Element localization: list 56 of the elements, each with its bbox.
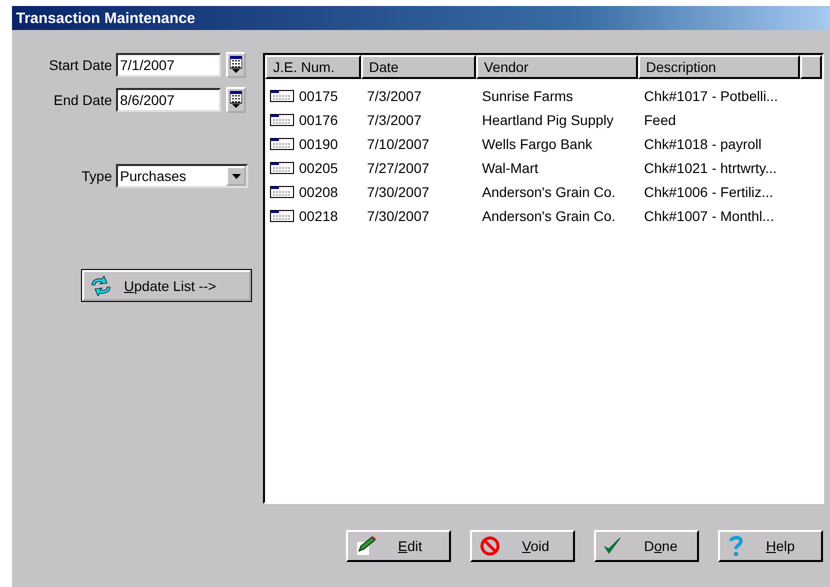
table-cell: Chk#1018 - payroll	[644, 136, 762, 152]
table-cell: Chk#1007 - Monthl...	[644, 208, 774, 224]
document-icon	[270, 210, 294, 222]
table-cell: Chk#1021 - htrtwrty...	[644, 160, 777, 176]
table-cell: 7/30/2007	[367, 184, 430, 200]
table-cell: 7/27/2007	[367, 160, 430, 176]
document-icon	[270, 186, 294, 198]
pencil-icon	[356, 536, 376, 556]
calendar-icon	[230, 91, 242, 109]
table-cell: Anderson's Grain Co.	[482, 184, 616, 200]
field-label: Start Date	[48, 57, 113, 73]
table-cell: Sunrise Farms	[482, 88, 574, 104]
table-cell: 00208	[299, 184, 338, 200]
table-cell: 00190	[299, 136, 338, 152]
table-cell: Chk#1006 - Fertiliz...	[644, 184, 774, 200]
table-cell: 7/3/2007	[367, 112, 422, 128]
column-header[interactable]: Description	[638, 55, 800, 79]
field-label: Type	[80, 168, 113, 184]
table-cell: 00176	[299, 112, 338, 128]
table-cell: 7/3/2007	[367, 88, 422, 104]
calendar-icon	[230, 56, 242, 74]
table-cell: 7/10/2007	[367, 136, 430, 152]
document-icon	[270, 138, 294, 150]
document-icon	[270, 90, 294, 102]
help-button[interactable]: Help	[718, 530, 823, 562]
question-icon	[728, 535, 744, 557]
field-label: End Date	[52, 92, 113, 108]
column-header[interactable]: J.E. Num.	[265, 55, 361, 79]
table-cell: 00218	[299, 208, 338, 224]
done-button[interactable]: Done	[594, 530, 699, 562]
update-list-button[interactable]: Update List -->	[82, 270, 251, 301]
table-cell: Chk#1017 - Potbelli...	[644, 88, 778, 104]
column-header[interactable]: Date	[361, 55, 476, 79]
calendar-button[interactable]	[226, 52, 246, 78]
edit-button[interactable]: Edit	[346, 530, 451, 562]
document-icon	[270, 114, 294, 126]
table-cell: Wells Fargo Bank	[482, 136, 592, 152]
type-dropdown[interactable]: Purchases	[116, 164, 248, 188]
table-cell: Heartland Pig Supply	[482, 112, 614, 128]
caret-icon	[232, 174, 240, 178]
window-title: Transaction Maintenance	[12, 6, 830, 30]
date-field[interactable]: 8/6/2007	[116, 88, 221, 112]
calendar-button[interactable]	[226, 87, 246, 113]
table-cell: 00175	[299, 88, 338, 104]
table-cell: 7/30/2007	[367, 208, 430, 224]
checkmark-icon	[604, 537, 622, 555]
refresh-icon	[90, 276, 112, 296]
table-cell: 00205	[299, 160, 338, 176]
prohibited-icon	[480, 536, 500, 556]
table-cell: Anderson's Grain Co.	[482, 208, 616, 224]
void-button[interactable]: Void	[470, 530, 575, 562]
table-cell: Feed	[644, 112, 676, 128]
date-field[interactable]: 7/1/2007	[116, 53, 221, 77]
table-cell: Wal-Mart	[482, 160, 538, 176]
column-header[interactable]: Vendor	[476, 55, 638, 79]
document-icon	[270, 162, 294, 174]
